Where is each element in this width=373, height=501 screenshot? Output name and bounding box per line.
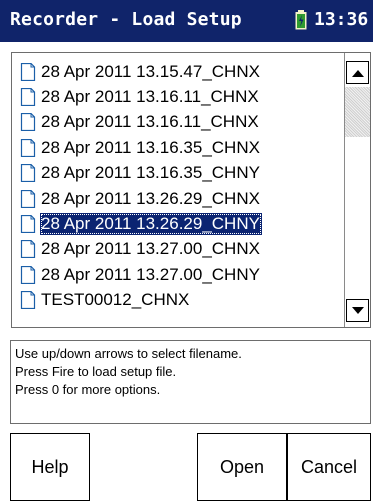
scrollbar[interactable]	[344, 53, 370, 327]
list-item-label: 28 Apr 2011 13.16.35_CHNY	[41, 163, 260, 183]
list-item[interactable]: 28 Apr 2011 13.16.11_CHNX	[12, 110, 338, 135]
battery-icon	[295, 10, 307, 30]
list-item-label: 28 Apr 2011 13.16.35_CHNX	[41, 137, 260, 157]
file-list-items: 28 Apr 2011 13.15.47_CHNX 28 Apr 2011 13.…	[12, 59, 338, 313]
list-item[interactable]: 28 Apr 2011 13.15.47_CHNX	[12, 59, 338, 84]
list-item[interactable]: 28 Apr 2011 13.16.35_CHNY	[12, 161, 338, 186]
list-item[interactable]: 28 Apr 2011 13.26.29_CHNX	[12, 186, 338, 211]
file-icon	[20, 138, 36, 157]
help-button[interactable]: Help	[10, 433, 90, 501]
list-item[interactable]: TEST00012_CHNX	[12, 288, 338, 313]
help-line: Use up/down arrows to select filename.	[15, 346, 242, 361]
title-bar: Recorder - Load Setup 13:36	[0, 0, 373, 42]
help-line: Press 0 for more options.	[15, 382, 161, 397]
help-text-box: Use up/down arrows to select filename. P…	[10, 340, 371, 424]
help-line: Press Fire to load setup file.	[15, 364, 177, 379]
list-item[interactable]: 28 Apr 2011 13.16.35_CHNX	[12, 135, 338, 160]
file-icon	[20, 113, 36, 132]
list-item-label: 28 Apr 2011 13.16.11_CHNX	[41, 112, 259, 132]
clock: 13:36	[314, 9, 369, 30]
window-title: Recorder - Load Setup	[10, 9, 242, 30]
file-icon	[20, 189, 36, 208]
file-icon	[20, 240, 36, 259]
list-item-label: 28 Apr 2011 13.26.29_CHNX	[41, 188, 260, 208]
cancel-button[interactable]: Cancel	[287, 433, 371, 501]
file-icon	[20, 291, 36, 310]
file-icon	[20, 215, 36, 234]
list-item-label: TEST00012_CHNX	[41, 290, 190, 310]
list-item[interactable]: 28 Apr 2011 13.16.11_CHNX	[12, 84, 338, 109]
list-item[interactable]: 28 Apr 2011 13.27.00_CHNX	[12, 237, 338, 262]
list-item-label: 28 Apr 2011 13.26.29_CHNY	[40, 213, 262, 236]
list-item-label: 28 Apr 2011 13.16.11_CHNX	[41, 87, 259, 107]
scroll-up-button[interactable]	[346, 61, 369, 84]
list-item-label: 28 Apr 2011 13.27.00_CHNX	[41, 239, 260, 259]
down-arrow-icon	[351, 306, 364, 314]
file-icon	[20, 88, 36, 107]
list-item-label: 28 Apr 2011 13.27.00_CHNY	[41, 264, 260, 284]
file-list[interactable]: 28 Apr 2011 13.15.47_CHNX 28 Apr 2011 13.…	[11, 52, 371, 328]
list-item-label: 28 Apr 2011 13.15.47_CHNX	[41, 61, 260, 81]
open-button[interactable]: Open	[197, 433, 287, 501]
file-icon	[20, 265, 36, 284]
scroll-thumb[interactable]	[345, 87, 370, 137]
list-item[interactable]: 28 Apr 2011 13.26.29_CHNY	[12, 211, 338, 236]
file-icon	[20, 62, 36, 81]
scroll-down-button[interactable]	[346, 299, 369, 322]
file-icon	[20, 164, 36, 183]
up-arrow-icon	[351, 69, 364, 77]
list-item[interactable]: 28 Apr 2011 13.27.00_CHNY	[12, 262, 338, 287]
